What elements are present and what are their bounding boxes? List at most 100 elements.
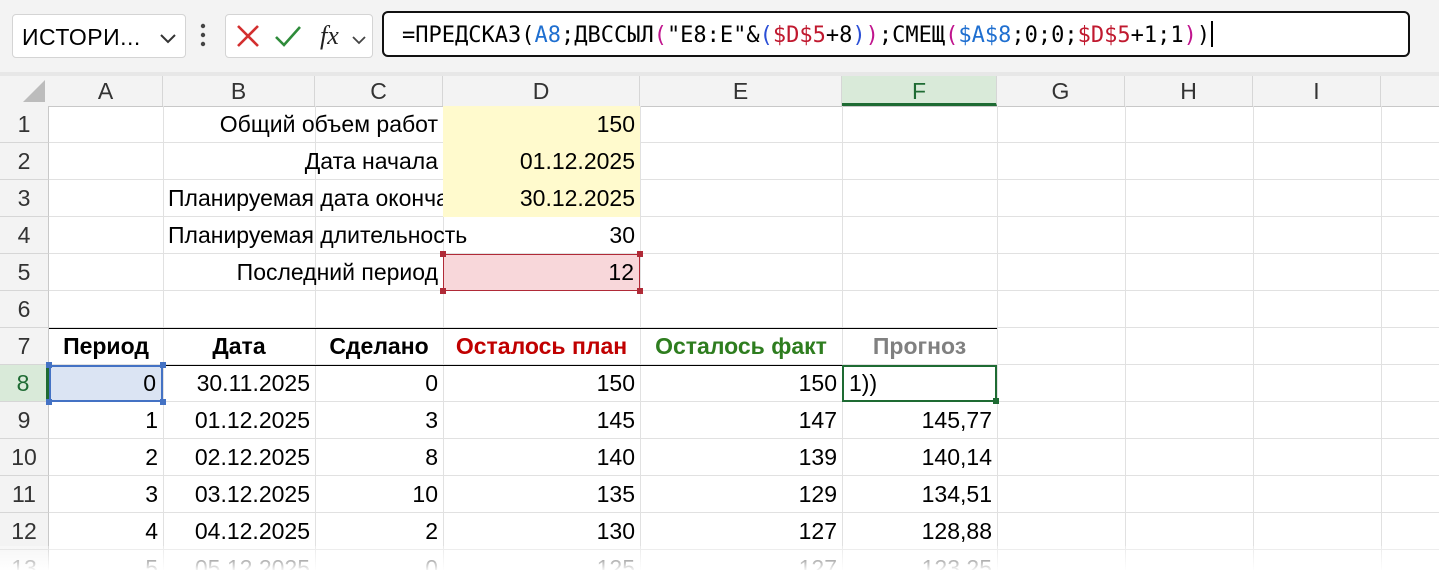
param-value[interactable]: 30.12.2025 [443, 180, 640, 217]
fill-handle[interactable] [993, 398, 999, 404]
table-cell[interactable]: 3 [315, 402, 443, 439]
table-cell[interactable]: 145 [443, 402, 640, 439]
table-cell[interactable]: 139 [640, 439, 842, 476]
name-box-value[interactable]: ИСТОРИ... [22, 24, 141, 51]
row-header-2[interactable]: 2 [0, 143, 49, 180]
table-cell[interactable]: 134,51 [842, 476, 997, 513]
cancel-icon[interactable] [236, 24, 260, 53]
formula-token: ( [521, 23, 535, 48]
column-header-row: ABCDEFGHI [0, 76, 1439, 107]
row-header-5[interactable]: 5 [0, 254, 49, 291]
formula-input[interactable]: =ПРЕДСКАЗ(A8;ДВССЫЛ("E8:E"&($D$5+8));СМЕ… [382, 11, 1410, 57]
select-all-corner[interactable] [0, 76, 49, 106]
row-header-6[interactable]: 6 [0, 291, 49, 328]
formula-token: $D$5 [1077, 23, 1131, 48]
formula-token: ) [852, 23, 866, 48]
formula-token: +1;1 [1130, 23, 1184, 48]
table-cell[interactable]: 135 [443, 476, 640, 513]
worksheet-grid[interactable]: ABCDEFGHI 12345678910111213 Общий объем … [0, 76, 1439, 570]
selected-reference-cell[interactable]: 0 [49, 365, 163, 402]
gridline-vertical [1253, 106, 1254, 570]
range-handle[interactable] [637, 288, 643, 294]
formula-bar-area: ИСТОРИ... fx =ПРЕДСКАЗ(A8;ДВССЫЛ("E8:E"&… [0, 0, 1439, 76]
formula-text[interactable]: =ПРЕДСКАЗ(A8;ДВССЫЛ("E8:E"&($D$5+8));СМЕ… [402, 21, 1214, 49]
table-header-cell: Осталось план [455, 333, 628, 359]
fx-chevron-down-icon[interactable] [352, 32, 366, 50]
table-cell[interactable]: 1 [49, 402, 163, 439]
reference-handle[interactable] [160, 399, 166, 405]
param-label: Общий объем работ [219, 111, 438, 137]
row-header-7[interactable]: 7 [0, 328, 49, 365]
row-header-10[interactable]: 10 [0, 439, 49, 476]
formula-token: $A$8 [958, 23, 1012, 48]
table-cell[interactable]: 2 [315, 513, 443, 550]
name-box[interactable]: ИСТОРИ... [12, 14, 186, 58]
table-header-cell: Осталось факт [655, 333, 827, 359]
column-header-c[interactable]: C [315, 76, 443, 106]
column-header-d[interactable]: D [443, 76, 640, 106]
row-header-12[interactable]: 12 [0, 513, 49, 550]
table-cell[interactable]: 140 [443, 439, 640, 476]
table-cell[interactable]: 0 [315, 365, 443, 402]
editing-cell[interactable]: 1)) [842, 365, 997, 402]
param-value[interactable]: 12 [443, 254, 640, 291]
table-cell[interactable]: 129 [640, 476, 842, 513]
table-cell[interactable]: 147 [640, 402, 842, 439]
column-header-g[interactable]: G [997, 76, 1125, 106]
column-header-e[interactable]: E [640, 76, 842, 106]
row-header-1[interactable]: 1 [0, 106, 49, 143]
table-cell[interactable]: 03.12.2025 [163, 476, 315, 513]
chevron-down-icon[interactable] [160, 31, 176, 49]
table-cell[interactable]: 8 [315, 439, 443, 476]
table-cell[interactable]: 2 [49, 439, 163, 476]
reference-handle[interactable] [46, 362, 52, 368]
table-cell[interactable]: 4 [49, 513, 163, 550]
table-header-cell: Прогноз [872, 333, 967, 359]
table-cell[interactable]: 145,77 [842, 402, 997, 439]
param-value[interactable]: 150 [443, 106, 640, 143]
row-header-4[interactable]: 4 [0, 217, 49, 254]
param-label: Планируемая дата окончания [168, 185, 487, 211]
table-cell[interactable]: 3 [49, 476, 163, 513]
range-handle[interactable] [440, 251, 446, 257]
row-header-3[interactable]: 3 [0, 180, 49, 217]
reference-handle[interactable] [46, 399, 52, 405]
table-cell[interactable]: 02.12.2025 [163, 439, 315, 476]
table-cell[interactable]: 140,14 [842, 439, 997, 476]
formula-buttons: fx [225, 14, 373, 58]
column-header-h[interactable]: H [1125, 76, 1253, 106]
row-header-8[interactable]: 8 [0, 365, 49, 402]
insert-function-icon[interactable]: fx [320, 21, 339, 51]
formula-token: $D$5 [772, 23, 826, 48]
confirm-icon[interactable] [274, 24, 302, 53]
table-cell[interactable]: 150 [640, 365, 842, 402]
table-cell[interactable]: 10 [315, 476, 443, 513]
table-header-cell: Период [63, 333, 149, 359]
formula-token: +8 [825, 23, 853, 48]
table-cell[interactable]: 30.11.2025 [163, 365, 315, 402]
reference-handle[interactable] [160, 362, 166, 368]
column-header-a[interactable]: A [49, 76, 163, 106]
column-header-f[interactable]: F [842, 76, 997, 106]
table-cell[interactable]: 128,88 [842, 513, 997, 550]
formula-token: ) [1196, 23, 1211, 48]
range-handle[interactable] [440, 288, 446, 294]
formula-token: =ПРЕДСКАЗ [402, 23, 522, 48]
scroll-fade [0, 546, 1439, 570]
table-cell[interactable]: 150 [443, 365, 640, 402]
column-header-b[interactable]: B [163, 76, 315, 106]
formula-token: ;СМЕЩ [878, 23, 946, 48]
table-cell[interactable]: 04.12.2025 [163, 513, 315, 550]
row-header-9[interactable]: 9 [0, 402, 49, 439]
formula-token: ) [865, 23, 879, 48]
param-value[interactable]: 30 [443, 217, 640, 254]
table-cell[interactable]: 127 [640, 513, 842, 550]
range-handle[interactable] [637, 251, 643, 257]
param-value[interactable]: 01.12.2025 [443, 143, 640, 180]
table-cell[interactable]: 01.12.2025 [163, 402, 315, 439]
column-header-i[interactable]: I [1253, 76, 1381, 106]
row-header-11[interactable]: 11 [0, 476, 49, 513]
param-label: Дата начала [304, 148, 438, 174]
more-options-icon[interactable] [200, 22, 206, 53]
table-cell[interactable]: 130 [443, 513, 640, 550]
